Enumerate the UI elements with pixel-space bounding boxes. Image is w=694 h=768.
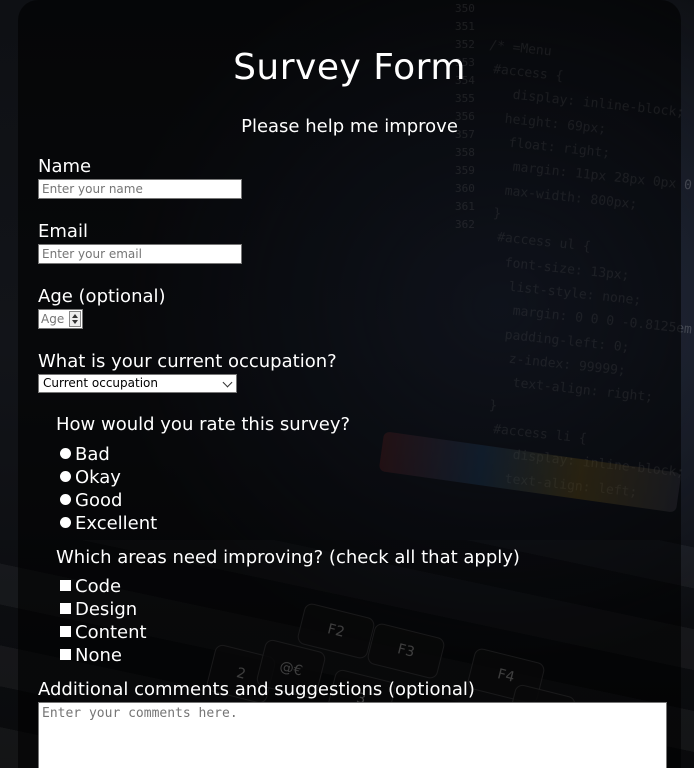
improve-option-label: None	[75, 645, 122, 666]
email-label: Email	[38, 221, 88, 242]
name-label: Name	[38, 156, 92, 177]
chevron-up-icon[interactable]	[72, 314, 78, 318]
page-title: Survey Form	[233, 47, 466, 88]
rating-option-label: Good	[75, 490, 123, 511]
improve-option-label: Code	[75, 576, 122, 597]
checkbox[interactable]	[60, 603, 71, 614]
occupation-label: What is your current occupation?	[38, 351, 337, 372]
rating-option-label: Bad	[75, 444, 110, 465]
radio-button[interactable]	[60, 517, 71, 528]
email-field[interactable]	[38, 244, 242, 264]
age-spin-buttons[interactable]	[69, 311, 81, 327]
radio-button[interactable]	[60, 471, 71, 482]
chevron-down-icon[interactable]	[72, 320, 78, 324]
improve-option-label: Design	[75, 599, 138, 620]
age-stepper[interactable]	[38, 309, 83, 329]
checkbox[interactable]	[60, 626, 71, 637]
radio-button[interactable]	[60, 494, 71, 505]
occupation-select[interactable]: Current occupation	[38, 374, 237, 393]
checkbox[interactable]	[60, 649, 71, 660]
checkbox[interactable]	[60, 580, 71, 591]
rating-option-label: Excellent	[75, 513, 158, 534]
improve-option-label: Content	[75, 622, 147, 643]
radio-button[interactable]	[60, 448, 71, 459]
rating-option-label: Okay	[75, 467, 121, 488]
comments-label: Additional comments and suggestions (opt…	[38, 679, 475, 700]
survey-form-panel: Survey Form Please help me improve Name …	[18, 0, 681, 768]
occupation-selected-value: Current occupation	[43, 376, 158, 390]
comments-textarea[interactable]	[38, 702, 667, 768]
age-label: Age (optional)	[38, 286, 166, 307]
form-description: Please help me improve	[241, 116, 458, 137]
improve-question: Which areas need improving? (check all t…	[56, 547, 520, 568]
rating-question: How would you rate this survey?	[56, 414, 351, 435]
chevron-down-icon	[222, 377, 233, 388]
name-field[interactable]	[38, 179, 242, 199]
age-field[interactable]	[39, 310, 71, 328]
